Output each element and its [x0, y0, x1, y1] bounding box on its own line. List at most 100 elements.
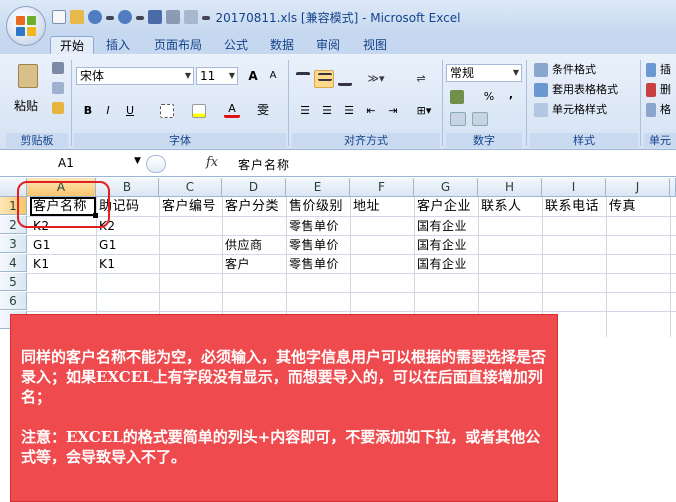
- align-top-button[interactable]: [294, 70, 312, 88]
- cell-e2[interactable]: 零售单价: [286, 217, 350, 235]
- tab-home[interactable]: 开始: [50, 36, 94, 54]
- fill-color-icon[interactable]: [192, 104, 206, 118]
- column-header-c[interactable]: C: [159, 178, 222, 197]
- cell-g4[interactable]: 国有企业: [414, 255, 478, 273]
- cell-c1[interactable]: 客户编号: [159, 198, 222, 216]
- decrease-indent-button[interactable]: ⇤: [362, 102, 380, 120]
- format-cells-button[interactable]: 格: [660, 102, 671, 118]
- decrease-decimal-icon[interactable]: [472, 112, 488, 126]
- column-header-f[interactable]: F: [350, 178, 414, 197]
- format-as-table-button[interactable]: 套用表格格式: [552, 82, 618, 98]
- align-right-icon: ☰: [344, 104, 354, 117]
- column-header-i[interactable]: I: [542, 178, 606, 197]
- cell-e1[interactable]: 售价级别: [286, 198, 350, 216]
- insert-cells-button[interactable]: 插: [660, 62, 671, 78]
- office-button[interactable]: [6, 6, 46, 46]
- group-separator: [640, 60, 641, 146]
- comma-button[interactable]: ,: [504, 86, 518, 104]
- cell-g1[interactable]: 客户企业: [414, 198, 478, 216]
- cell-a4[interactable]: K1: [30, 255, 96, 273]
- grid-line: [606, 197, 607, 337]
- cell-d1[interactable]: 客户分类: [222, 198, 286, 216]
- align-center-button[interactable]: ☰: [318, 102, 336, 120]
- align-left-button[interactable]: ☰: [296, 102, 314, 120]
- column-header-j[interactable]: J: [606, 178, 670, 197]
- font-name-combo[interactable]: 宋体 ▼: [76, 67, 194, 85]
- percent-button[interactable]: %: [482, 88, 496, 106]
- merge-center-button[interactable]: ⊞▾: [412, 102, 436, 120]
- cell-e4[interactable]: 零售单价: [286, 255, 350, 273]
- annotation-callout: 同样的客户名称不能为空，必须输入，其他字信息用户可以根据的需要选择是否录入；如果…: [10, 314, 558, 502]
- cell-d3[interactable]: 供应商: [222, 236, 286, 254]
- conditional-format-button[interactable]: 条件格式: [552, 62, 596, 78]
- bold-button[interactable]: B: [80, 102, 96, 120]
- align-left-icon: ☰: [300, 104, 310, 117]
- column-header-d[interactable]: D: [222, 178, 286, 197]
- cell-e3[interactable]: 零售单价: [286, 236, 350, 254]
- align-middle-button[interactable]: [314, 70, 334, 88]
- grid-line: [27, 311, 676, 312]
- group-alignment: 对齐方式: [292, 133, 440, 148]
- row-header-3[interactable]: 3: [0, 235, 27, 253]
- tab-insert[interactable]: 插入: [100, 36, 136, 54]
- row-header-5[interactable]: 5: [0, 273, 27, 291]
- wrap-text-button[interactable]: ⇌: [412, 70, 430, 88]
- formula-bar: A1 ▼ fx 客户名称: [0, 151, 676, 177]
- cell-f1[interactable]: 地址: [350, 198, 414, 216]
- cell-b4[interactable]: K1: [96, 255, 159, 273]
- insert-function-button[interactable]: fx: [206, 155, 218, 170]
- align-right-button[interactable]: ☰: [340, 102, 358, 120]
- name-box[interactable]: A1 ▼: [58, 156, 141, 170]
- cell-b3[interactable]: G1: [96, 236, 159, 254]
- underline-button[interactable]: U: [122, 102, 138, 120]
- paste-button[interactable]: 粘贴: [14, 98, 38, 114]
- row-header-6[interactable]: 6: [0, 292, 27, 310]
- cell-g3[interactable]: 国有企业: [414, 236, 478, 254]
- cell-j1[interactable]: 传真: [606, 198, 670, 216]
- callout-paragraph-2: 注意：EXCEL的格式要简单的列头+内容即可，不要添加如下拉，或者其他公式等，会…: [21, 428, 541, 466]
- row-header-4[interactable]: 4: [0, 254, 27, 272]
- italic-button[interactable]: I: [100, 102, 116, 120]
- align-bottom-button[interactable]: [336, 70, 354, 88]
- chevron-down-icon: ▼: [184, 71, 191, 80]
- column-header-e[interactable]: E: [286, 178, 350, 197]
- delete-cells-button[interactable]: 删: [660, 82, 671, 98]
- tab-formulas[interactable]: 公式: [218, 36, 254, 54]
- cell-g2[interactable]: 国有企业: [414, 217, 478, 235]
- align-middle-icon: [318, 73, 332, 81]
- phonetic-button[interactable]: 雯: [254, 101, 272, 119]
- cell-i1[interactable]: 联系电话: [542, 198, 606, 216]
- copy-icon[interactable]: [52, 82, 64, 94]
- cell-a3[interactable]: G1: [30, 236, 96, 254]
- increase-indent-button[interactable]: ⇥: [384, 102, 402, 120]
- ribbon: 粘贴 剪贴板 宋体 ▼ 11 ▼ A A B I U A 雯 字体 ≫▾ ⇌ ☰…: [0, 54, 676, 150]
- border-icon[interactable]: [160, 104, 174, 118]
- formula-bar-toggle[interactable]: [146, 155, 166, 173]
- number-format-combo[interactable]: 常规 ▼: [446, 64, 522, 82]
- decrease-indent-icon: ⇤: [366, 104, 376, 117]
- cell-d2[interactable]: [222, 217, 286, 235]
- tab-review[interactable]: 审阅: [310, 36, 346, 54]
- cell-h1[interactable]: 联系人: [478, 198, 542, 216]
- grow-font-button[interactable]: A: [244, 67, 262, 85]
- tab-data[interactable]: 数据: [264, 36, 300, 54]
- font-size-combo[interactable]: 11 ▼: [196, 67, 238, 85]
- formula-input[interactable]: 客户名称: [238, 156, 290, 173]
- font-color-button[interactable]: A: [224, 100, 240, 118]
- increase-decimal-icon[interactable]: [450, 112, 466, 126]
- chevron-down-icon[interactable]: ▼: [134, 156, 141, 166]
- tab-page-layout[interactable]: 页面布局: [146, 36, 210, 54]
- column-header-h[interactable]: H: [478, 178, 542, 197]
- paste-icon[interactable]: [18, 64, 38, 88]
- format-painter-icon[interactable]: [52, 102, 64, 114]
- cell-d4[interactable]: 客户: [222, 255, 286, 273]
- currency-icon[interactable]: [450, 90, 464, 104]
- cut-icon[interactable]: [52, 62, 64, 74]
- name-box-value: A1: [58, 156, 74, 170]
- cell-styles-button[interactable]: 单元格样式: [552, 102, 607, 118]
- tab-view[interactable]: 视图: [357, 36, 393, 54]
- column-header-g[interactable]: G: [414, 178, 478, 197]
- column-header-k[interactable]: [670, 178, 676, 197]
- shrink-font-button[interactable]: A: [264, 67, 282, 85]
- orientation-button[interactable]: ≫▾: [362, 70, 390, 88]
